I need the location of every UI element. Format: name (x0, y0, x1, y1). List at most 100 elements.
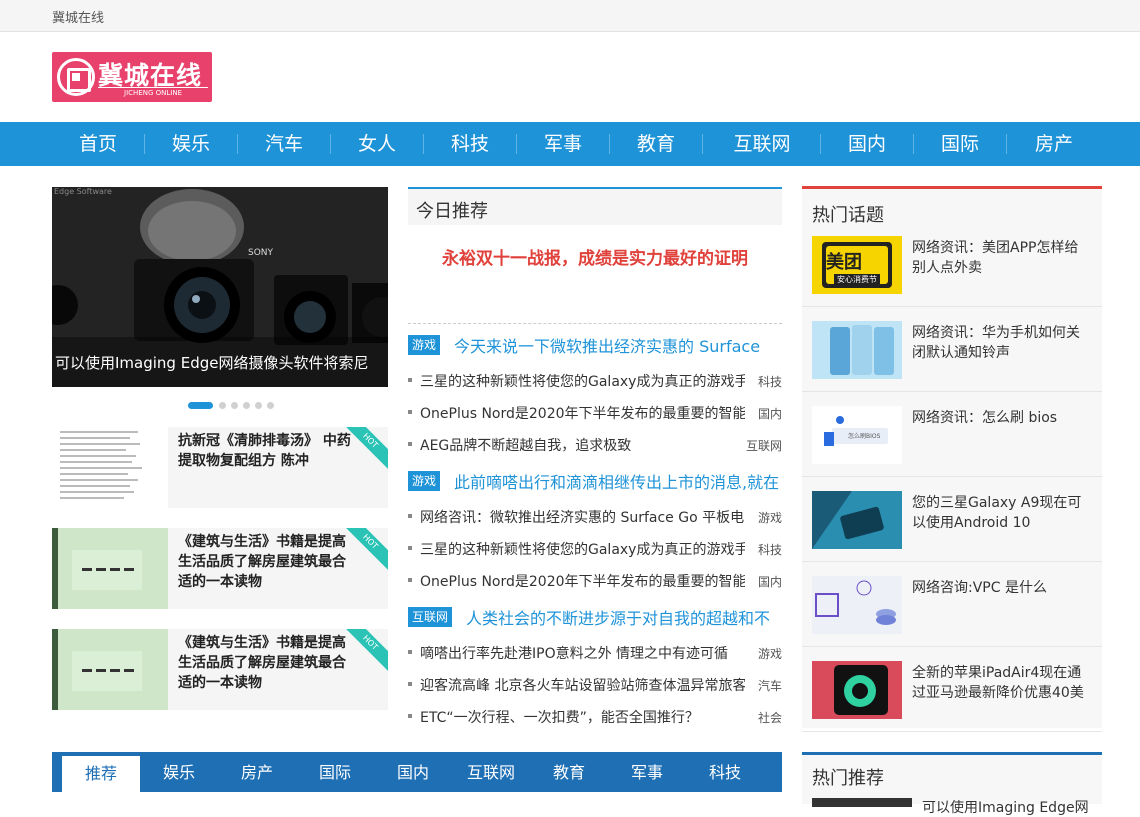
card-title[interactable]: 《建筑与生活》书籍是提高生活品质了解房屋建筑最合适的一本读物 (178, 532, 358, 592)
list-item[interactable]: 嘀嗒出行率先赴港IPO意料之外 情理之中有迹可循 游戏 (408, 643, 782, 663)
topic-thumbnail: 美团 安心消费节 (812, 236, 902, 294)
list-item-text[interactable]: 迎客流高峰 北京各火车站设留验站筛查体温异常旅客 (420, 675, 745, 695)
nav-item[interactable]: 女人 (331, 122, 423, 166)
hot-recommend-title: 热门推荐 (812, 768, 884, 789)
slide-caption[interactable]: 可以使用Imaging Edge网络摄像头软件将索尼 (52, 352, 388, 373)
nav-item[interactable]: 首页 (52, 122, 144, 166)
list-item-text[interactable]: 三星的这种新颖性将使您的Galaxy成为真正的游戏手 (420, 539, 745, 559)
logo-mark-icon (57, 58, 95, 96)
news-card[interactable]: 抗新冠《清肺排毒汤》 中药提取物复配组方 陈冲 HOT (52, 427, 388, 508)
topic-thumbnail (812, 661, 902, 719)
list-item-category[interactable]: 国内 (758, 405, 782, 422)
slider-dot[interactable] (188, 402, 213, 409)
tab-item[interactable]: 房产 (218, 752, 296, 792)
list-item-category[interactable]: 汽车 (758, 677, 782, 694)
hot-topic-item[interactable]: 网络咨询:VPC 是什么 (802, 562, 1102, 647)
list-item-category[interactable]: 互联网 (746, 437, 782, 454)
list-item-text[interactable]: 网络咨讯：微软推出经济实惠的 Surface Go 平板电 (420, 507, 745, 527)
list-item-category[interactable]: 游戏 (758, 645, 782, 662)
list-item-text[interactable]: OnePlus Nord是2020年下半年发布的最重要的智能 (420, 403, 745, 423)
list-item[interactable]: 迎客流高峰 北京各火车站设留验站筛查体温异常旅客 汽车 (408, 675, 782, 695)
news-card[interactable]: 《建筑与生活》书籍是提高生活品质了解房屋建筑最合适的一本读物 HOT (52, 528, 388, 609)
main-nav: 首页 娱乐 汽车 女人 科技 军事 教育 互联网 国内 国际 房产 (0, 122, 1140, 166)
group-title-link[interactable]: 人类社会的不断进步源于对自我的超越和不 (466, 605, 782, 629)
nav-item[interactable]: 军事 (517, 122, 609, 166)
list-item-text[interactable]: ETC“一次行程、一次扣费”，能否全国推行？ (420, 707, 745, 727)
tab-item[interactable]: 互联网 (452, 752, 530, 792)
list-item[interactable]: 网络咨讯：微软推出经济实惠的 Surface Go 平板电 游戏 (408, 507, 782, 527)
list-item-category[interactable]: 科技 (758, 541, 782, 558)
topic-text[interactable]: 网络资讯：美团APP怎样给别人点外卖 (912, 238, 1092, 278)
topic-text[interactable]: 网络资讯：怎么刷 bios (912, 408, 1092, 428)
card-thumbnail (52, 629, 168, 710)
hot-topic-item[interactable]: 美团 安心消费节 网络资讯：美团APP怎样给别人点外卖 (802, 222, 1102, 307)
nav-item[interactable]: 教育 (610, 122, 702, 166)
nav-item[interactable]: 娱乐 (145, 122, 237, 166)
nav-item[interactable]: 科技 (424, 122, 516, 166)
category-tag[interactable]: 游戏 (408, 335, 441, 355)
list-item-text[interactable]: OnePlus Nord是2020年下半年发布的最重要的智能 (420, 571, 745, 591)
image-slider[interactable]: SONY Edge Software 可以使用Imaging Edge网络摄像头… (52, 187, 388, 387)
category-tabs: 推荐 娱乐 房产 国际 国内 互联网 教育 军事 科技 (52, 752, 782, 792)
list-item-category[interactable]: 社会 (758, 709, 782, 726)
topic-text[interactable]: 网络咨询:VPC 是什么 (912, 578, 1092, 598)
card-thumbnail (52, 427, 168, 508)
topic-text[interactable]: 全新的苹果iPadAir4现在通过亚马逊最新降价优惠40美 (912, 663, 1092, 703)
list-item[interactable]: 三星的这种新颖性将使您的Galaxy成为真正的游戏手 科技 (408, 539, 782, 559)
slider-dot[interactable] (243, 402, 250, 409)
today-title: 今日推荐 (416, 201, 488, 222)
tab-item[interactable]: 教育 (530, 752, 608, 792)
recommend-text[interactable]: 可以使用Imaging Edge网 (922, 797, 1092, 817)
list-item[interactable]: 三星的这种新颖性将使您的Galaxy成为真正的游戏手 科技 (408, 371, 782, 391)
slider-dot[interactable] (231, 402, 238, 409)
slider-dot[interactable] (219, 402, 226, 409)
slider-dot[interactable] (255, 402, 262, 409)
card-title[interactable]: 《建筑与生活》书籍是提高生活品质了解房屋建筑最合适的一本读物 (178, 633, 358, 693)
topic-thumbnail (812, 321, 902, 379)
nav-item[interactable]: 汽车 (238, 122, 330, 166)
topic-thumbnail (812, 576, 902, 634)
recommend-thumbnail[interactable] (812, 798, 912, 807)
svg-text:SONY: SONY (248, 248, 274, 258)
tab-item[interactable]: 推荐 (62, 756, 140, 792)
list-item[interactable]: AEG品牌不断超越自我，追求极致 互联网 (408, 435, 782, 455)
list-item[interactable]: OnePlus Nord是2020年下半年发布的最重要的智能 国内 (408, 403, 782, 423)
tab-item[interactable]: 科技 (686, 752, 764, 792)
list-item-text[interactable]: 三星的这种新颖性将使您的Galaxy成为真正的游戏手 (420, 371, 745, 391)
nav-item[interactable]: 国内 (821, 122, 913, 166)
today-header: 今日推荐 (408, 187, 782, 225)
nav-item[interactable]: 房产 (1008, 122, 1100, 166)
topic-text[interactable]: 网络资讯：华为手机如何关闭默认通知铃声 (912, 323, 1092, 363)
list-item-category[interactable]: 游戏 (758, 509, 782, 526)
list-item-text[interactable]: AEG品牌不断超越自我，追求极致 (420, 435, 745, 455)
tab-item[interactable]: 娱乐 (140, 752, 218, 792)
card-title[interactable]: 抗新冠《清肺排毒汤》 中药提取物复配组方 陈冲 (178, 431, 358, 471)
hot-topic-item[interactable]: 您的三星Galaxy A9现在可以使用Android 10 (802, 477, 1102, 562)
topic-text[interactable]: 您的三星Galaxy A9现在可以使用Android 10 (912, 493, 1092, 533)
category-tag[interactable]: 游戏 (408, 471, 441, 491)
news-card[interactable]: 《建筑与生活》书籍是提高生活品质了解房屋建筑最合适的一本读物 HOT (52, 629, 388, 710)
category-tag[interactable]: 互联网 (408, 607, 453, 627)
group-title-link[interactable]: 此前嘀嗒出行和滴滴相继传出上市的消息,就在 (454, 469, 782, 493)
list-item-text[interactable]: 嘀嗒出行率先赴港IPO意料之外 情理之中有迹可循 (420, 643, 745, 663)
hot-topic-item[interactable]: 怎么刷BIOS 网络资讯：怎么刷 bios (802, 392, 1102, 477)
list-item-category[interactable]: 国内 (758, 573, 782, 590)
thumb-label: 美团 (826, 252, 862, 273)
news-group-header: 互联网 人类社会的不断进步源于对自我的超越和不 (408, 604, 782, 628)
group-title-link[interactable]: 今天来说一下微软推出经济实惠的 Surface (454, 333, 782, 357)
tab-item[interactable]: 国际 (296, 752, 374, 792)
headline-link[interactable]: 永裕双十一战报，成绩是实力最好的证明 (408, 244, 782, 269)
list-item-category[interactable]: 科技 (758, 373, 782, 390)
list-item[interactable]: OnePlus Nord是2020年下半年发布的最重要的智能 国内 (408, 571, 782, 591)
slider-dot[interactable] (267, 402, 274, 409)
slide-watermark: Edge Software (54, 187, 112, 196)
nav-item[interactable]: 互联网 (716, 122, 808, 166)
hot-topic-item[interactable]: 全新的苹果iPadAir4现在通过亚马逊最新降价优惠40美 (802, 647, 1102, 732)
nav-item[interactable]: 国际 (914, 122, 1006, 166)
site-logo[interactable]: 冀城在线 JICHENG ONLINE (52, 52, 212, 102)
tab-item[interactable]: 军事 (608, 752, 686, 792)
list-item[interactable]: ETC“一次行程、一次扣费”，能否全国推行？ 社会 (408, 707, 782, 727)
hot-topic-item[interactable]: 网络资讯：华为手机如何关闭默认通知铃声 (802, 307, 1102, 392)
tab-item[interactable]: 国内 (374, 752, 452, 792)
topic-thumbnail: 怎么刷BIOS (812, 406, 902, 464)
